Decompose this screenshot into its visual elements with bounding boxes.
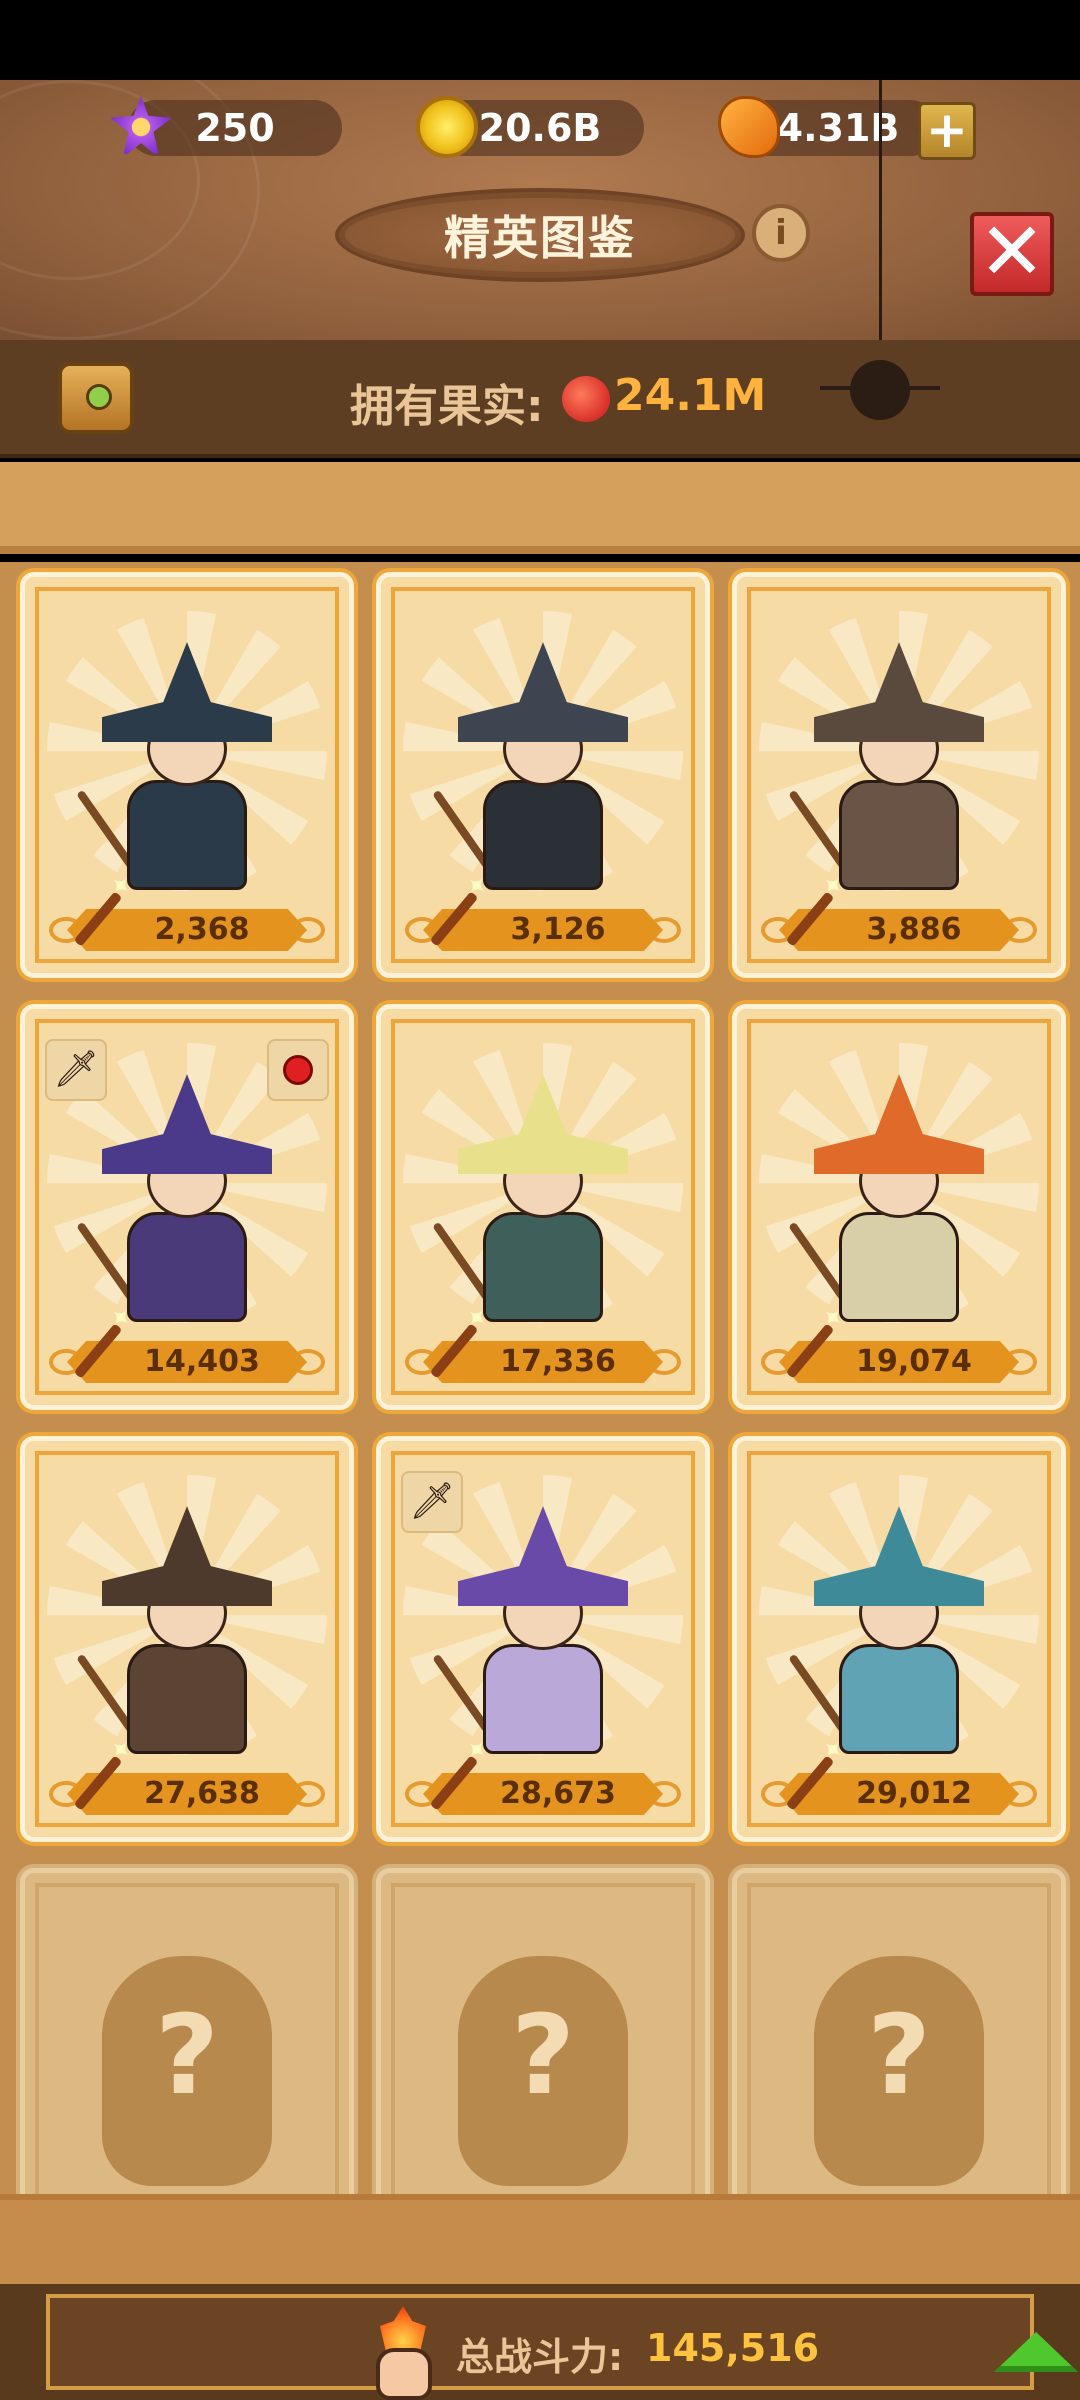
total-power-bar: 总战斗力: 145,516 <box>0 2284 1080 2400</box>
hero-card[interactable]: 19,074 <box>732 1004 1066 1410</box>
hero-hat <box>458 1506 628 1607</box>
unknown-mark: ? <box>511 1991 575 2120</box>
hero-card[interactable]: 27,638 <box>20 1436 354 1842</box>
hero-robe <box>127 1212 247 1323</box>
add-currency-button[interactable]: + <box>918 102 976 160</box>
hero-hat <box>102 642 272 743</box>
hero-portrait <box>788 1506 989 1756</box>
hero-hat <box>814 1074 984 1175</box>
hero-portrait <box>788 1074 989 1324</box>
hero-portrait <box>432 642 633 892</box>
hero-robe <box>839 1212 959 1323</box>
fist-flame-icon <box>368 2306 438 2400</box>
hero-card[interactable]: 17,336 <box>376 1004 710 1410</box>
unknown-mark: ? <box>155 1991 219 2120</box>
total-power-panel: 总战斗力: 145,516 <box>46 2294 1078 2400</box>
filter-strip <box>0 462 1080 554</box>
hero-robe <box>127 1644 247 1755</box>
ruby-gem-icon <box>267 1039 329 1101</box>
coin-value: 20.6B <box>478 106 602 150</box>
sword-icon: 🗡 <box>401 1471 463 1533</box>
hero-card[interactable]: 3,126 <box>376 572 710 978</box>
header: 250 20.6B 4.31B + 精英图鉴 i ✕ <box>0 80 1080 340</box>
close-button[interactable]: ✕ <box>970 212 1054 296</box>
gem-value: 250 <box>195 106 275 150</box>
total-power-label: 总战斗力: <box>456 2335 624 2379</box>
locked-hero-card[interactable]: ? <box>20 1868 354 2194</box>
hero-grid: 2,368 3,126 3,886 <box>0 562 1080 2194</box>
hero-hat <box>458 1074 628 1175</box>
info-button[interactable]: i <box>752 204 810 262</box>
hero-portrait <box>432 1074 633 1324</box>
hero-robe <box>127 780 247 891</box>
spider-thread-decoration <box>879 80 882 340</box>
hero-card[interactable]: 14,403 🗡 <box>20 1004 354 1410</box>
hero-portrait <box>76 1506 277 1756</box>
fruit-label: 拥有果实: <box>350 381 544 432</box>
hero-robe <box>483 1644 603 1755</box>
hero-robe <box>839 1644 959 1755</box>
fruit-bar: 拥有果实: 24.1M <box>0 340 1080 458</box>
hero-robe <box>839 780 959 891</box>
hero-card[interactable]: 28,673 🗡 <box>376 1436 710 1842</box>
gem-counter[interactable]: 250 <box>128 100 342 156</box>
hero-card[interactable]: 29,012 <box>732 1436 1066 1842</box>
locked-hero-card[interactable]: ? <box>732 1868 1066 2194</box>
hero-portrait <box>76 642 277 892</box>
sword-icon: 🗡 <box>45 1039 107 1101</box>
coin-icon <box>416 96 478 158</box>
hero-portrait <box>788 642 989 892</box>
berry-icon <box>562 376 610 422</box>
total-power-value: 145,516 <box>646 2326 820 2370</box>
unknown-mark: ? <box>867 1991 931 2120</box>
fruit-value: 24.1M <box>614 370 767 421</box>
hero-hat <box>814 1506 984 1607</box>
hero-hat <box>814 642 984 743</box>
hero-robe <box>483 1212 603 1323</box>
expand-arrow-icon[interactable] <box>994 2332 1078 2372</box>
locked-hero-card[interactable]: ? <box>376 1868 710 2194</box>
bottom-band <box>0 2194 1080 2284</box>
hero-robe <box>483 780 603 891</box>
hero-card[interactable]: 2,368 <box>20 572 354 978</box>
backpack-icon[interactable] <box>58 362 134 434</box>
hero-portrait <box>432 1506 633 1756</box>
hero-portrait <box>76 1074 277 1324</box>
spider-icon <box>820 360 940 420</box>
status-bar <box>0 0 1080 80</box>
hero-card[interactable]: 3,886 <box>732 572 1066 978</box>
hero-hat <box>458 642 628 743</box>
amber-icon <box>718 96 780 158</box>
page-title: 精英图鉴 <box>335 188 745 282</box>
hero-hat <box>102 1506 272 1607</box>
hero-hat <box>102 1074 272 1175</box>
